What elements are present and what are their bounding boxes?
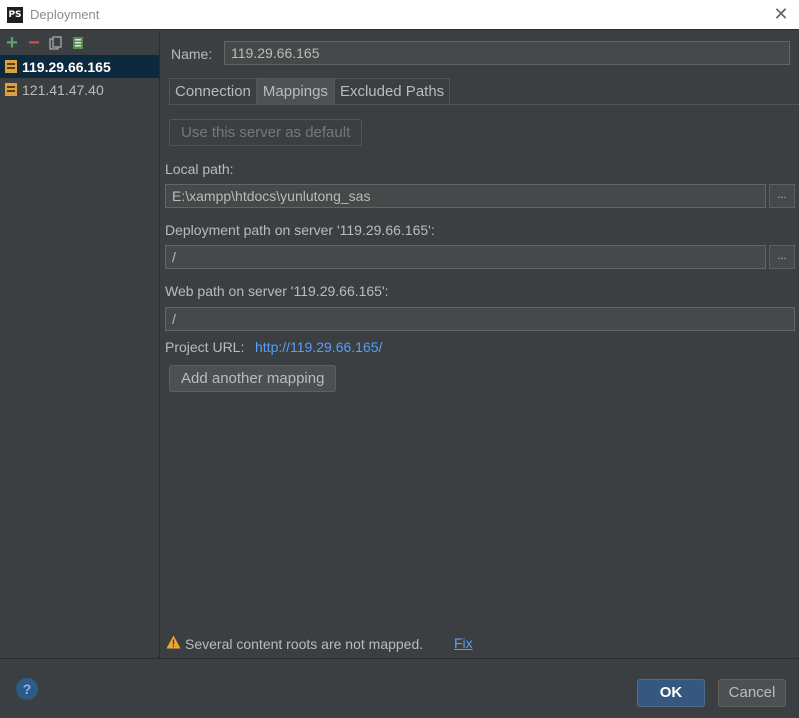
- sidebar-toolbar: + −: [0, 31, 159, 55]
- name-field[interactable]: 119.29.66.165: [224, 41, 790, 65]
- remove-icon[interactable]: −: [26, 33, 42, 53]
- set-default-icon[interactable]: [70, 35, 86, 51]
- close-icon[interactable]: ✕: [771, 4, 791, 24]
- copy-icon[interactable]: [48, 35, 64, 51]
- tab-excluded-paths[interactable]: Excluded Paths: [333, 78, 451, 104]
- local-path-browse-button[interactable]: ...: [769, 184, 795, 208]
- project-url-label: Project URL:: [165, 339, 245, 355]
- server-item-label: 121.41.47.40: [22, 81, 104, 98]
- deployment-path-browse-button[interactable]: ...: [769, 245, 795, 269]
- fix-link[interactable]: Fix: [454, 635, 473, 651]
- title-bar: PS Deployment ✕: [0, 0, 799, 30]
- project-url-link[interactable]: http://119.29.66.165/: [255, 339, 382, 355]
- use-as-default-button[interactable]: Use this server as default: [169, 119, 363, 146]
- server-settings-panel: Name: 119.29.66.165 Connection Mappings …: [161, 31, 799, 658]
- add-mapping-button[interactable]: Add another mapping: [169, 365, 337, 392]
- server-item-119-29-66-165[interactable]: 119.29.66.165: [0, 55, 159, 78]
- name-label: Name:: [171, 46, 213, 62]
- warning-text: Several content roots are not mapped.: [185, 636, 424, 652]
- tab-connection[interactable]: Connection: [169, 78, 257, 104]
- server-sidebar: + − 119.29.66.165 121.41.47.40: [0, 31, 160, 658]
- ok-button[interactable]: OK: [637, 679, 705, 707]
- web-path-field[interactable]: /: [165, 307, 795, 331]
- web-path-label: Web path on server '119.29.66.165':: [165, 283, 389, 299]
- help-icon[interactable]: ?: [16, 678, 38, 700]
- server-item-121-41-47-40[interactable]: 121.41.47.40: [0, 78, 159, 101]
- tab-divider: [169, 104, 799, 105]
- deployment-path-label: Deployment path on server '119.29.66.165…: [165, 222, 435, 238]
- tab-mappings[interactable]: Mappings: [256, 78, 334, 104]
- deployment-path-field[interactable]: /: [165, 245, 766, 269]
- server-item-label: 119.29.66.165: [22, 58, 111, 75]
- local-path-field[interactable]: E:\xampp\htdocs\yunlutong_sas: [165, 184, 766, 208]
- cancel-button[interactable]: Cancel: [718, 679, 786, 707]
- warning-icon: [166, 635, 181, 649]
- sftp-server-icon: [5, 60, 17, 73]
- tab-bar: Connection Mappings Excluded Paths: [169, 78, 451, 104]
- dialog-footer: ? OK Cancel: [0, 658, 799, 718]
- phpstorm-app-icon: PS: [7, 6, 23, 23]
- window-title: Deployment: [30, 7, 100, 22]
- add-icon[interactable]: +: [4, 33, 20, 53]
- sftp-server-icon: [5, 83, 17, 96]
- local-path-label: Local path:: [165, 161, 234, 177]
